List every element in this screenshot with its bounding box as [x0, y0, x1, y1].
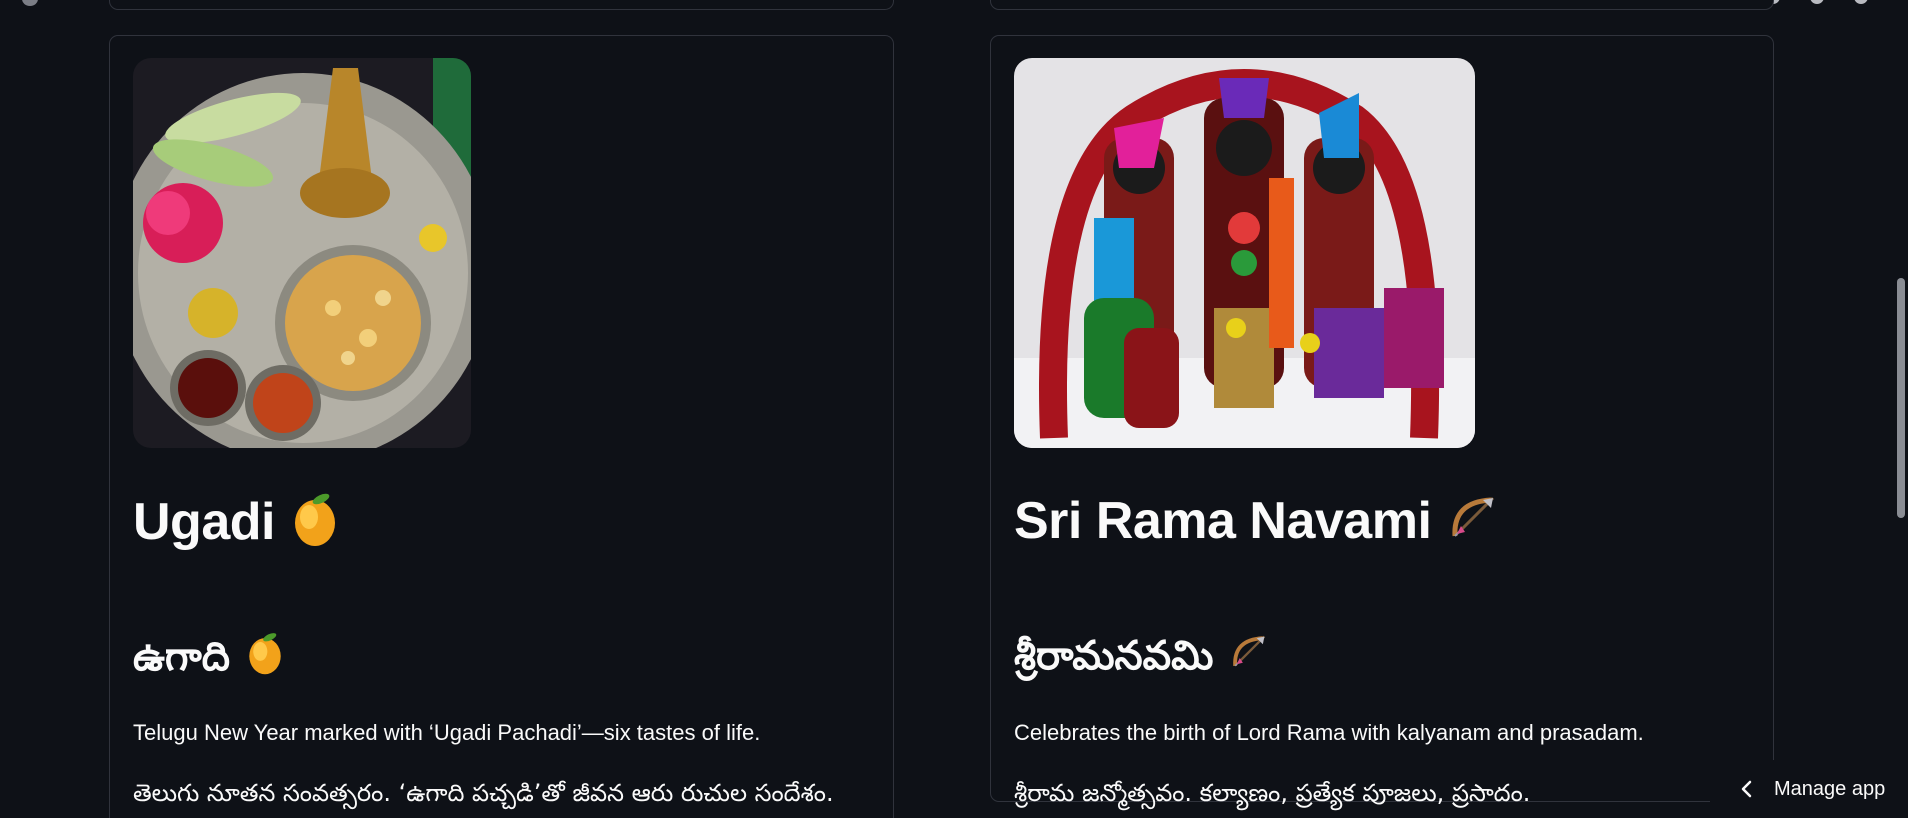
manage-app-button[interactable]: Manage app	[1710, 760, 1908, 818]
festival-title-text: Sri Rama Navami	[1014, 492, 1432, 550]
bow-and-arrow-icon	[1229, 632, 1269, 684]
festival-card-sri-rama-navami: Sri Rama Navami శ్రీరామనవమి Celebrates t…	[990, 35, 1774, 807]
festival-subtitle-text: ఉగాది	[133, 634, 230, 680]
previous-festival-card-right	[990, 0, 1774, 10]
festival-title-text: Ugadi	[133, 493, 275, 552]
manage-app-label: Manage app	[1774, 777, 1886, 800]
app-main: Ugadi ఉగాది Telugu New Year marked with …	[0, 0, 1908, 818]
menu-icon[interactable]	[1854, 0, 1868, 4]
festival-subtitle-text: శ్రీరామనవమి	[1014, 633, 1214, 679]
github-icon[interactable]	[1810, 0, 1824, 4]
collapsed-sidebar-icon[interactable]	[22, 0, 38, 6]
chevron-left-icon	[1741, 780, 1752, 798]
ugadi-photo	[133, 58, 471, 448]
scrollbar-thumb[interactable]	[1897, 278, 1905, 518]
festival-card-ugadi: Ugadi ఉగాది Telugu New Year marked with …	[109, 35, 894, 818]
festival-title: Ugadi	[133, 491, 339, 560]
festival-subtitle-telugu: శ్రీరామనవమి	[1014, 631, 1269, 684]
festival-description-telugu: తెలుగు నూతన సంవత్సరం. ‘ఉగాది పచ్చడి’తో జ…	[133, 779, 834, 807]
previous-festival-card-left	[109, 0, 894, 10]
festival-title: Sri Rama Navami	[1014, 491, 1499, 557]
sri-rama-navami-photo	[1014, 58, 1475, 448]
festival-description-telugu: శ్రీరామ జన్మోత్సవం. కల్యాణం, ప్రత్యేక పూ…	[1014, 779, 1531, 807]
festival-subtitle-telugu: ఉగాది	[133, 631, 284, 687]
page-scrollbar[interactable]	[1894, 0, 1908, 818]
mango-icon	[246, 631, 284, 687]
festival-description-english: Telugu New Year marked with ‘Ugadi Pacha…	[133, 720, 761, 745]
bow-and-arrow-icon	[1447, 492, 1499, 557]
festival-description-english: Celebrates the birth of Lord Rama with k…	[1014, 720, 1644, 745]
mango-icon	[291, 491, 339, 560]
